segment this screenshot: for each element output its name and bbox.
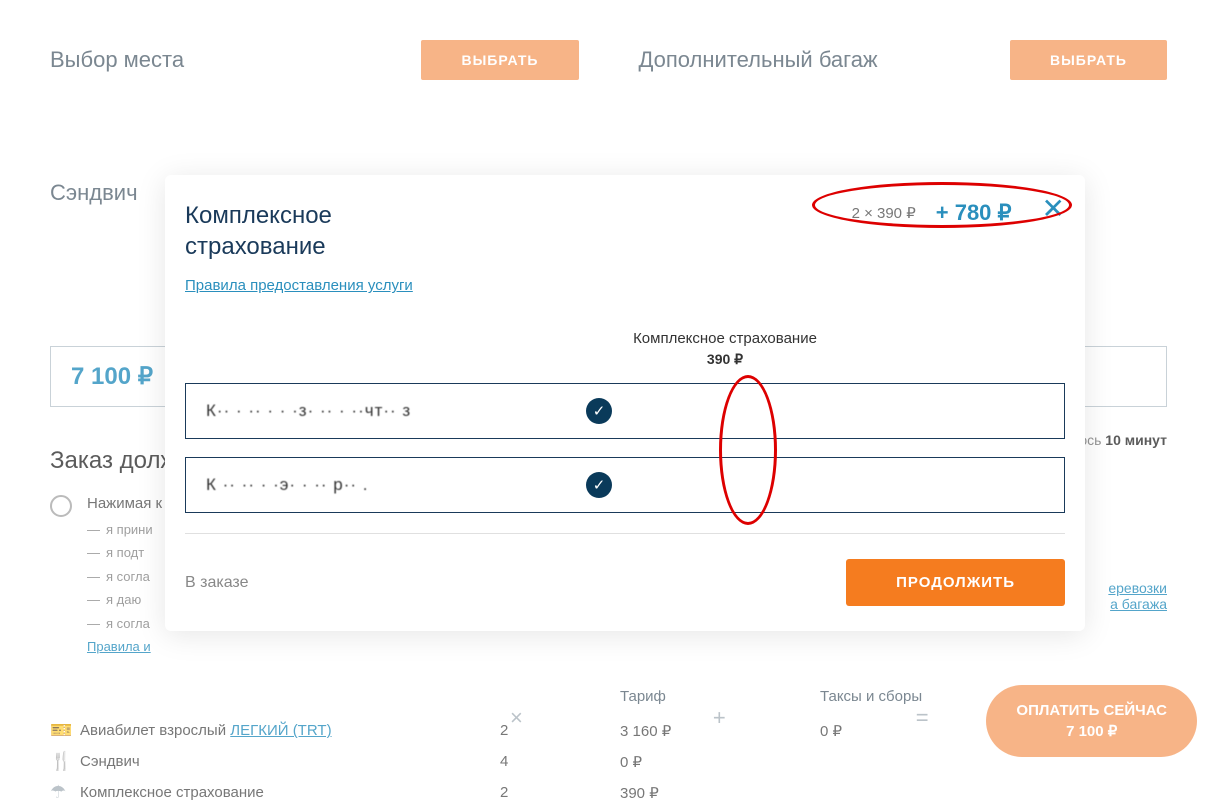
continue-button[interactable]: ПРОДОЛЖИТЬ [846, 559, 1065, 606]
close-icon[interactable]: ✕ [1042, 195, 1065, 223]
modal-subtitle: Комплексное страхование [385, 330, 1065, 347]
modal-rules-link[interactable]: Правила предоставления услуги [185, 277, 413, 294]
modal-title: Комплексное страхование [185, 200, 413, 262]
modal-price-total: + 780 ₽ [936, 200, 1012, 226]
modal-subprice: 390 ₽ [385, 351, 1065, 368]
passenger-name: К·· · ·· · · ·з· ·· · ··чт·· з [206, 401, 586, 421]
modal-price-calc: 2 × 390 ₽ [852, 204, 916, 222]
passenger-name: К ·· ·· · ·э· · ·· р·· . [206, 475, 586, 495]
modal-price-cluster: 2 × 390 ₽ + 780 ₽ ✕ [852, 200, 1065, 226]
in-order-label: В заказе [185, 574, 248, 592]
passenger-row-1: К·· · ·· · · ·з· ·· · ··чт·· з ✓ [185, 383, 1065, 439]
insurance-modal: Комплексное страхование Правила предоста… [165, 175, 1085, 631]
passenger-row-2: К ·· ·· · ·э· · ·· р·· . ✓ [185, 457, 1065, 513]
insurance-toggle-2[interactable]: ✓ [586, 472, 612, 498]
insurance-toggle-1[interactable]: ✓ [586, 398, 612, 424]
